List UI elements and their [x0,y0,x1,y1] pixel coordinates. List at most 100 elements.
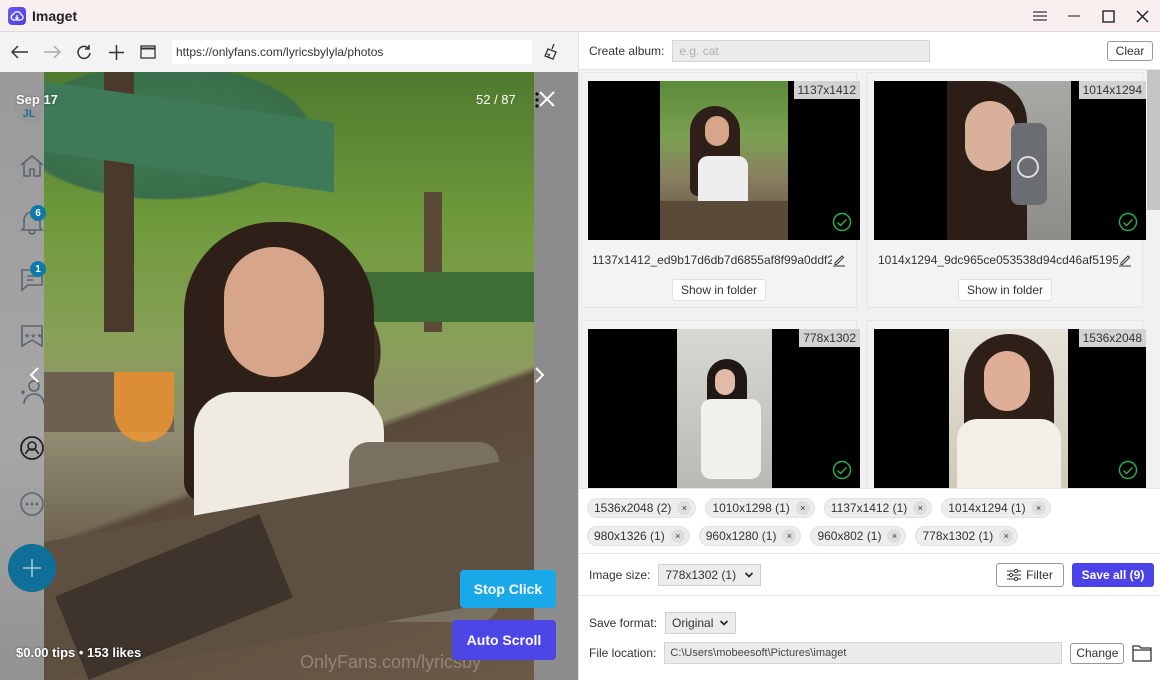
image-card[interactable]: 1014x1294 1014x1294_9dc965ce053538d94cd4… [867,72,1146,308]
compose-button[interactable] [8,544,56,592]
remove-chip-icon[interactable]: × [677,501,692,515]
size-chip[interactable]: 1014x1294 (1) × [941,498,1051,518]
album-input[interactable] [672,39,931,62]
dimension-tag: 1536x2048 [1078,329,1146,347]
filter-button[interactable]: Filter [996,563,1064,587]
selected-check-icon[interactable] [1118,460,1138,480]
sliders-icon [1007,569,1022,581]
size-chip[interactable]: 960x802 (1) × [810,526,907,546]
profile-icon[interactable] [18,434,46,462]
show-in-folder-button[interactable]: Show in folder [672,279,766,301]
size-chip[interactable]: 1010x1298 (1) × [705,498,815,518]
edit-filename-icon[interactable] [1118,253,1132,267]
size-chip-label: 960x1280 (1) [705,529,777,543]
imaget-app: Imaget https://onlyfans.com/lyricsbylyla… [0,0,1160,680]
photo-umbrella [44,81,334,193]
remove-chip-icon[interactable]: × [670,529,685,543]
dimension-tag: 778x1302 [799,329,860,347]
reload-icon[interactable] [72,40,96,64]
clear-button[interactable]: Clear [1107,41,1153,61]
size-chip[interactable]: 1137x1412 (1) × [823,498,933,518]
download-panel: Create album: Clear 1137x1412 1137x1412_… [578,32,1160,680]
url-input[interactable]: https://onlyfans.com/lyricsbylyla/photos [172,40,532,64]
remove-chip-icon[interactable]: × [782,529,797,543]
remove-chip-icon[interactable]: × [999,529,1014,543]
filter-label: Filter [1026,568,1053,582]
browser-toolbar: https://onlyfans.com/lyricsbylyla/photos [0,32,578,72]
remove-chip-icon[interactable]: × [1031,501,1046,515]
file-location-label: File location: [589,646,657,660]
forward-arrow-icon[interactable] [40,40,64,64]
size-chip-label: 1010x1298 (1) [712,501,790,515]
stop-click-button[interactable]: Stop Click [460,570,556,608]
close-icon[interactable] [1132,6,1152,26]
file-location-row: File location: C:\Users\mobeesoft\Pictur… [579,640,1160,666]
title-bar: Imaget [0,0,1160,32]
auto-scroll-button[interactable]: Auto Scroll [452,620,556,660]
size-chip-label: 960x802 (1) [817,529,882,543]
minimize-icon[interactable] [1064,6,1084,26]
image-thumbnail[interactable]: 1014x1294 [874,81,1146,240]
photo-glass [114,372,174,442]
selected-check-icon[interactable] [832,212,852,232]
image-size-select[interactable]: 778x1302 (1) [658,563,762,586]
image-card[interactable]: 1536x2048 [867,320,1146,488]
window-icon[interactable] [136,40,160,64]
dimension-tag: 1014x1294 [1078,81,1146,99]
post-date: Sep 17 [16,92,58,107]
remove-chip-icon[interactable]: × [795,501,810,515]
selected-check-icon[interactable] [832,460,852,480]
new-tab-icon[interactable] [104,40,128,64]
image-thumbnail[interactable]: 1137x1412 [588,81,860,240]
image-preview [660,81,788,240]
next-photo-icon[interactable] [534,366,550,386]
size-chip[interactable]: 960x1280 (1) × [698,526,802,546]
size-chip-label: 778x1302 (1) [922,529,994,543]
save-format-value: Original [672,616,714,630]
size-chip[interactable]: 980x1326 (1) × [587,526,690,546]
file-location-field[interactable]: C:\Users\mobeesoft\Pictures\imaget [664,642,1063,664]
size-chip[interactable]: 1536x2048 (2) × [587,498,697,518]
save-format-row: Save format: Original [579,610,1160,636]
back-arrow-icon[interactable] [8,40,32,64]
home-icon[interactable] [18,152,46,180]
change-location-button[interactable]: Change [1070,642,1125,664]
image-preview [947,81,1071,240]
previous-photo-icon[interactable] [28,366,44,386]
maximize-icon[interactable] [1098,6,1118,26]
size-chip-label: 1137x1412 (1) [830,501,908,515]
notifications-badge: 6 [30,205,46,221]
grid-scrollbar-thumb[interactable] [1147,70,1160,210]
image-size-value: 778x1302 (1) [665,567,737,582]
remove-chip-icon[interactable]: × [887,529,902,543]
selected-check-icon[interactable] [1118,212,1138,232]
size-chip[interactable]: 778x1302 (1) × [915,526,1019,546]
folder-icon[interactable] [1132,644,1153,662]
image-thumbnail[interactable]: 778x1302 [588,329,860,488]
image-size-label: Image size: [589,567,651,582]
menu-icon[interactable] [1030,6,1050,26]
photo-face [224,247,324,377]
dimension-tag: 1137x1412 [793,81,860,99]
show-in-folder-button[interactable]: Show in folder [958,279,1052,301]
size-filter-chips: 1536x2048 (2) × 1010x1298 (1) × 1137x1412 … [579,488,1160,554]
album-label: Create album: [589,43,665,58]
broom-icon[interactable] [540,40,564,64]
chevron-down-icon [720,620,729,626]
grid-scrollbar[interactable] [1147,70,1160,488]
collections-icon[interactable]: ★★★ [18,322,46,350]
image-card[interactable]: 778x1302 [581,320,860,488]
remove-chip-icon[interactable]: × [913,501,928,515]
size-chip-label: 1536x2048 (2) [594,501,672,515]
chevron-down-icon [745,571,754,578]
viewer-close-icon[interactable] [538,90,558,110]
image-thumbnail[interactable]: 1536x2048 [874,329,1146,488]
app-logo-icon [8,6,26,25]
image-card[interactable]: 1137x1412 1137x1412_ed9b17d6db7d6855af8f… [581,72,860,308]
more-icon[interactable] [18,490,46,518]
image-filename: 1014x1294_9dc965ce053538d94cd46af5195a [878,253,1118,267]
save-format-select[interactable]: Original [665,612,737,634]
svg-text:★★★: ★★★ [24,332,43,340]
edit-filename-icon[interactable] [832,253,846,267]
save-all-button[interactable]: Save all (9) [1072,563,1154,587]
